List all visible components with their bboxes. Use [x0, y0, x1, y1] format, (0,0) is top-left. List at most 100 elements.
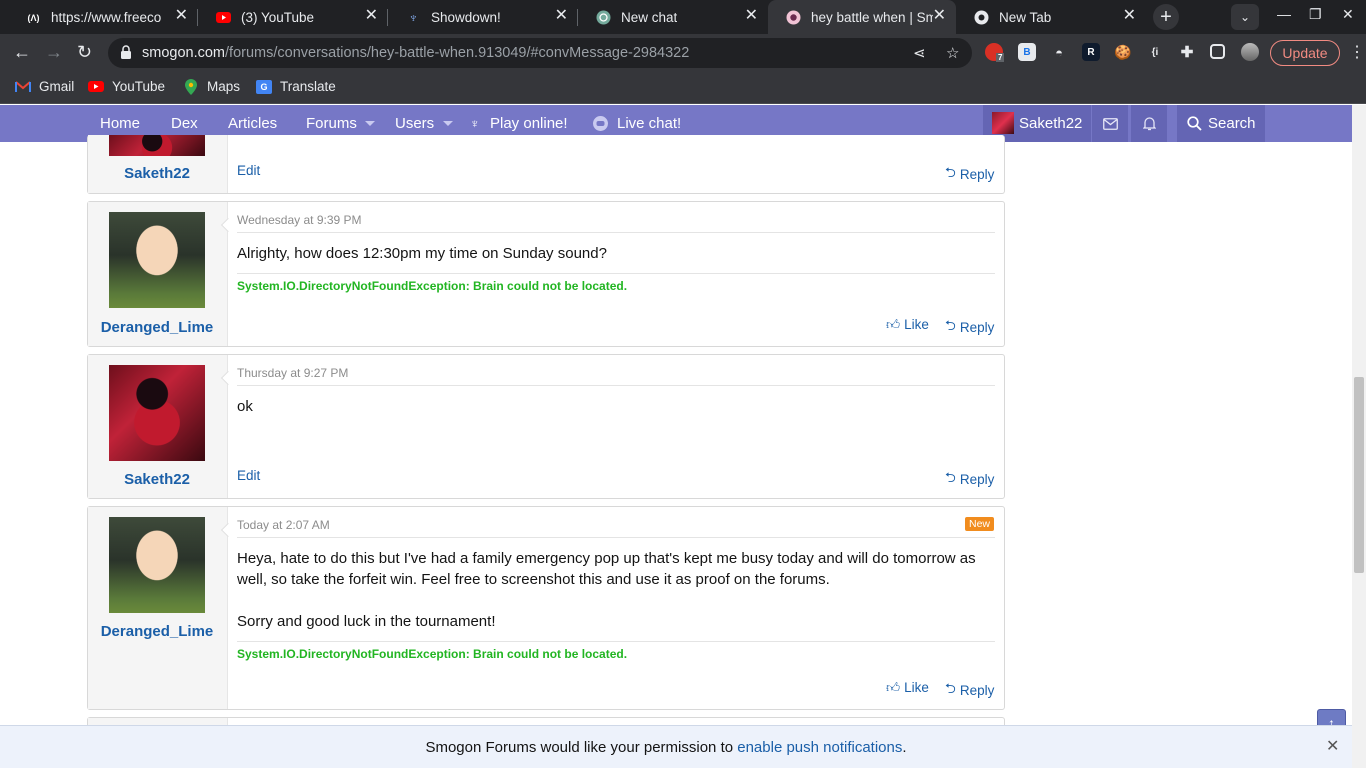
new-tab-button[interactable]: +: [1153, 4, 1179, 30]
close-window-icon[interactable]: ✕: [1342, 6, 1354, 23]
showdown-icon: ♆: [408, 10, 419, 25]
message-user-panel: Saketh22: [88, 135, 228, 193]
conversations-button[interactable]: [1092, 105, 1128, 142]
push-notification-banner: Smogon Forums would like your permission…: [0, 725, 1352, 768]
tab-freecodecamp[interactable]: (Λ) https://www.freeco ✕: [8, 0, 198, 34]
bookmark-translate[interactable]: G Translate: [256, 79, 336, 94]
message-date[interactable]: Today at 2:07 AM: [237, 518, 330, 532]
close-tab-icon[interactable]: ✕: [555, 8, 568, 24]
extensions-puzzle-icon[interactable]: ✚: [1178, 43, 1196, 61]
update-button[interactable]: Update: [1270, 40, 1340, 66]
profile-avatar-icon[interactable]: [1241, 43, 1259, 61]
search-label: Search: [1208, 115, 1256, 132]
message-date[interactable]: Thursday at 9:27 PM: [237, 366, 348, 380]
json-extension-icon[interactable]: {i: [1146, 43, 1164, 61]
forward-icon[interactable]: →: [45, 42, 63, 62]
page-content: Home Dex Articles Forums Users ♆ Play on…: [0, 105, 1352, 768]
envelope-icon: [1102, 117, 1118, 130]
bookmark-gmail[interactable]: Gmail: [15, 79, 74, 94]
close-tab-icon[interactable]: ✕: [365, 8, 378, 24]
address-bar[interactable]: smogon.com/forums/conversations/hey-batt…: [108, 38, 972, 68]
author-name[interactable]: Saketh22: [88, 165, 226, 182]
close-tab-icon[interactable]: ✕: [175, 8, 188, 24]
nav-live-chat[interactable]: Live chat!: [617, 115, 681, 132]
author-name[interactable]: Deranged_Lime: [88, 623, 226, 640]
avatar[interactable]: [109, 517, 205, 613]
author-name[interactable]: Saketh22: [88, 471, 226, 488]
message-saketh22: Saketh22 Thursday at 9:27 PM ok Edit ⮌ Re…: [87, 354, 1005, 499]
nav-users[interactable]: Users: [395, 115, 434, 132]
showdown-icon: ♆: [470, 116, 480, 131]
reply-icon: ⮌: [945, 165, 956, 180]
extension-r-icon[interactable]: R: [1082, 43, 1100, 61]
extension-red-icon[interactable]: 7: [985, 43, 1005, 62]
chatgpt-icon: [596, 10, 611, 25]
tab-smogon-active[interactable]: hey battle when | Sm ✕: [768, 0, 956, 34]
author-name[interactable]: Deranged_Lime: [88, 319, 226, 336]
tab-search-button[interactable]: ⌄: [1231, 4, 1259, 30]
nav-forums[interactable]: Forums: [306, 115, 357, 132]
close-icon[interactable]: ✕: [1326, 736, 1339, 756]
share-icon[interactable]: ⋖: [913, 44, 926, 62]
close-tab-icon[interactable]: ✕: [933, 8, 946, 24]
search-icon: [1187, 116, 1202, 131]
reply-button[interactable]: ⮌ Reply: [945, 163, 994, 186]
like-button[interactable]: 👍︎ Like: [886, 316, 929, 333]
bookmark-star-icon[interactable]: ☆: [946, 44, 959, 62]
side-panel-icon[interactable]: [1210, 44, 1225, 59]
tab-youtube[interactable]: (3) YouTube ✕: [198, 0, 388, 34]
alerts-button[interactable]: [1131, 105, 1167, 142]
tab-title: New Tab: [999, 10, 1052, 25]
nav-dex[interactable]: Dex: [171, 115, 198, 132]
reply-icon: ⮌: [945, 681, 956, 696]
message-user-panel: Deranged_Lime: [88, 507, 228, 709]
browser-menu-icon[interactable]: ⋮: [1349, 42, 1365, 62]
message-deranged-lime-2: Deranged_Lime Today at 2:07 AM New Heya,…: [87, 506, 1005, 710]
page-scrollbar[interactable]: [1352, 105, 1366, 768]
like-button[interactable]: 👍︎ Like: [886, 679, 929, 696]
reply-button[interactable]: ⮌ Reply: [945, 316, 994, 339]
close-tab-icon[interactable]: ✕: [1123, 8, 1136, 24]
lock-icon[interactable]: [120, 45, 132, 59]
message-date[interactable]: Wednesday at 9:39 PM: [237, 213, 362, 227]
reply-button[interactable]: ⮌ Reply: [945, 679, 994, 702]
close-tab-icon[interactable]: ✕: [745, 8, 758, 24]
nav-articles[interactable]: Articles: [228, 115, 277, 132]
bell-icon: [1142, 117, 1156, 131]
back-icon[interactable]: ←: [13, 42, 31, 62]
search-button[interactable]: Search: [1177, 105, 1265, 142]
thumbs-up-icon: 👍︎: [886, 680, 901, 695]
extension-b-icon[interactable]: B: [1018, 43, 1036, 61]
message-body: Heya, hate to do this but I've had a fam…: [237, 550, 976, 630]
users-dropdown-icon[interactable]: [443, 121, 453, 126]
nav-home[interactable]: Home: [100, 115, 140, 132]
tab-chatgpt[interactable]: New chat ✕: [578, 0, 768, 34]
minimize-icon[interactable]: —: [1277, 6, 1291, 22]
reply-icon: ⮌: [945, 470, 956, 485]
avatar[interactable]: [109, 135, 205, 156]
pokeball-extension-icon[interactable]: ◓: [1050, 43, 1068, 61]
reply-icon: ⮌: [945, 318, 956, 333]
scrollbar-thumb[interactable]: [1354, 377, 1364, 573]
enable-push-notifications-link[interactable]: enable push notifications: [737, 739, 902, 756]
tab-showdown[interactable]: ♆ Showdown! ✕: [388, 0, 578, 34]
tab-title: New chat: [621, 10, 678, 25]
cookie-extension-icon[interactable]: 🍪: [1114, 43, 1132, 61]
restore-icon[interactable]: ❐: [1309, 6, 1322, 23]
forums-dropdown-icon[interactable]: [365, 121, 375, 126]
reload-icon[interactable]: ↻: [77, 42, 92, 62]
reply-button[interactable]: ⮌ Reply: [945, 468, 994, 491]
edit-button[interactable]: Edit: [237, 468, 260, 483]
freecodecamp-icon: (Λ): [27, 12, 40, 23]
edit-button[interactable]: Edit: [237, 163, 260, 178]
bookmarks-bar: Gmail YouTube Maps G Translate: [0, 72, 1366, 104]
bookmark-youtube[interactable]: YouTube: [88, 79, 165, 94]
avatar[interactable]: [109, 212, 205, 308]
nav-play-online[interactable]: Play online!: [490, 115, 568, 132]
smogon-icon: [786, 10, 801, 25]
tab-title: https://www.freeco: [51, 10, 162, 25]
avatar[interactable]: [109, 365, 205, 461]
tab-new-tab[interactable]: New Tab ✕: [956, 0, 1146, 34]
gmail-icon: [15, 80, 31, 94]
bookmark-maps[interactable]: Maps: [183, 78, 240, 95]
